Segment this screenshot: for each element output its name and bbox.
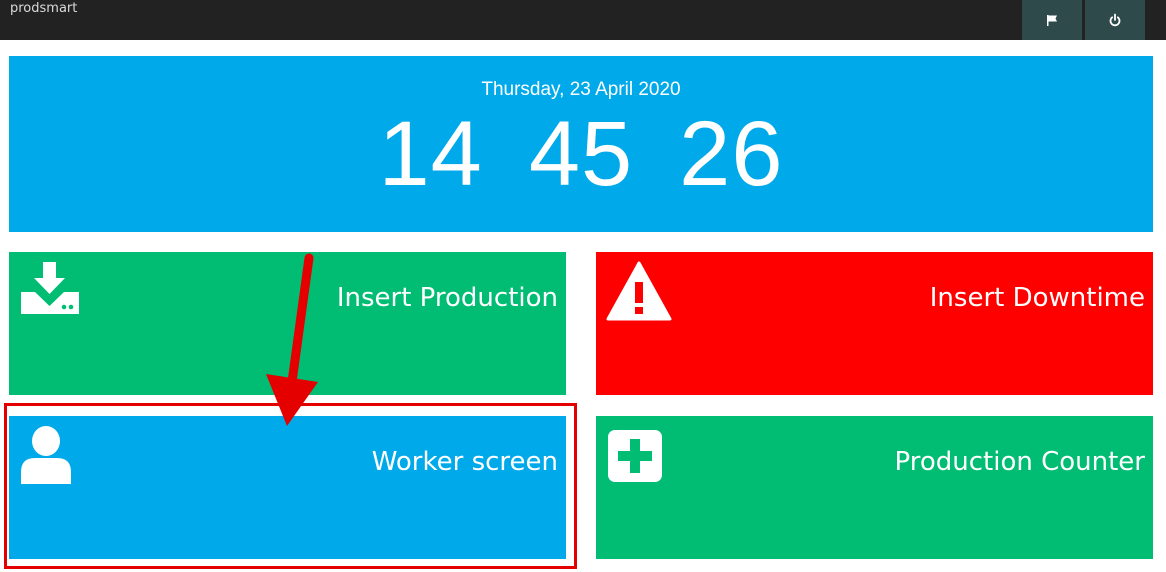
current-time: 14 45 26 [9,104,1153,204]
production-counter-label: Production Counter [894,447,1146,477]
current-date: Thursday, 23 April 2020 [481,79,681,100]
clock-minutes: 45 [528,103,634,205]
brand-logo: prodsmart [10,1,78,16]
download-drive-icon [19,260,81,323]
insert-production-label: Insert Production [336,283,558,313]
user-icon [19,424,73,491]
power-icon [1108,13,1122,27]
clock-hours: 14 [378,103,483,205]
insert-production-tile[interactable]: Insert Production [9,252,566,395]
insert-downtime-label: Insert Downtime [929,283,1145,313]
flag-icon [1045,13,1059,27]
production-counter-tile[interactable]: Production Counter [596,416,1153,559]
worker-screen-tile[interactable]: Worker screen [9,416,566,559]
plus-square-icon [606,424,664,487]
insert-downtime-tile[interactable]: Insert Downtime [596,252,1153,395]
warning-icon [606,260,672,327]
top-navbar: prodsmart [0,0,1166,40]
clock-seconds: 26 [679,103,784,205]
clock-panel: Thursday, 23 April 2020 14 45 26 [9,56,1153,232]
flag-button[interactable] [1022,0,1082,40]
power-button[interactable] [1085,0,1145,40]
worker-screen-label: Worker screen [371,447,558,477]
